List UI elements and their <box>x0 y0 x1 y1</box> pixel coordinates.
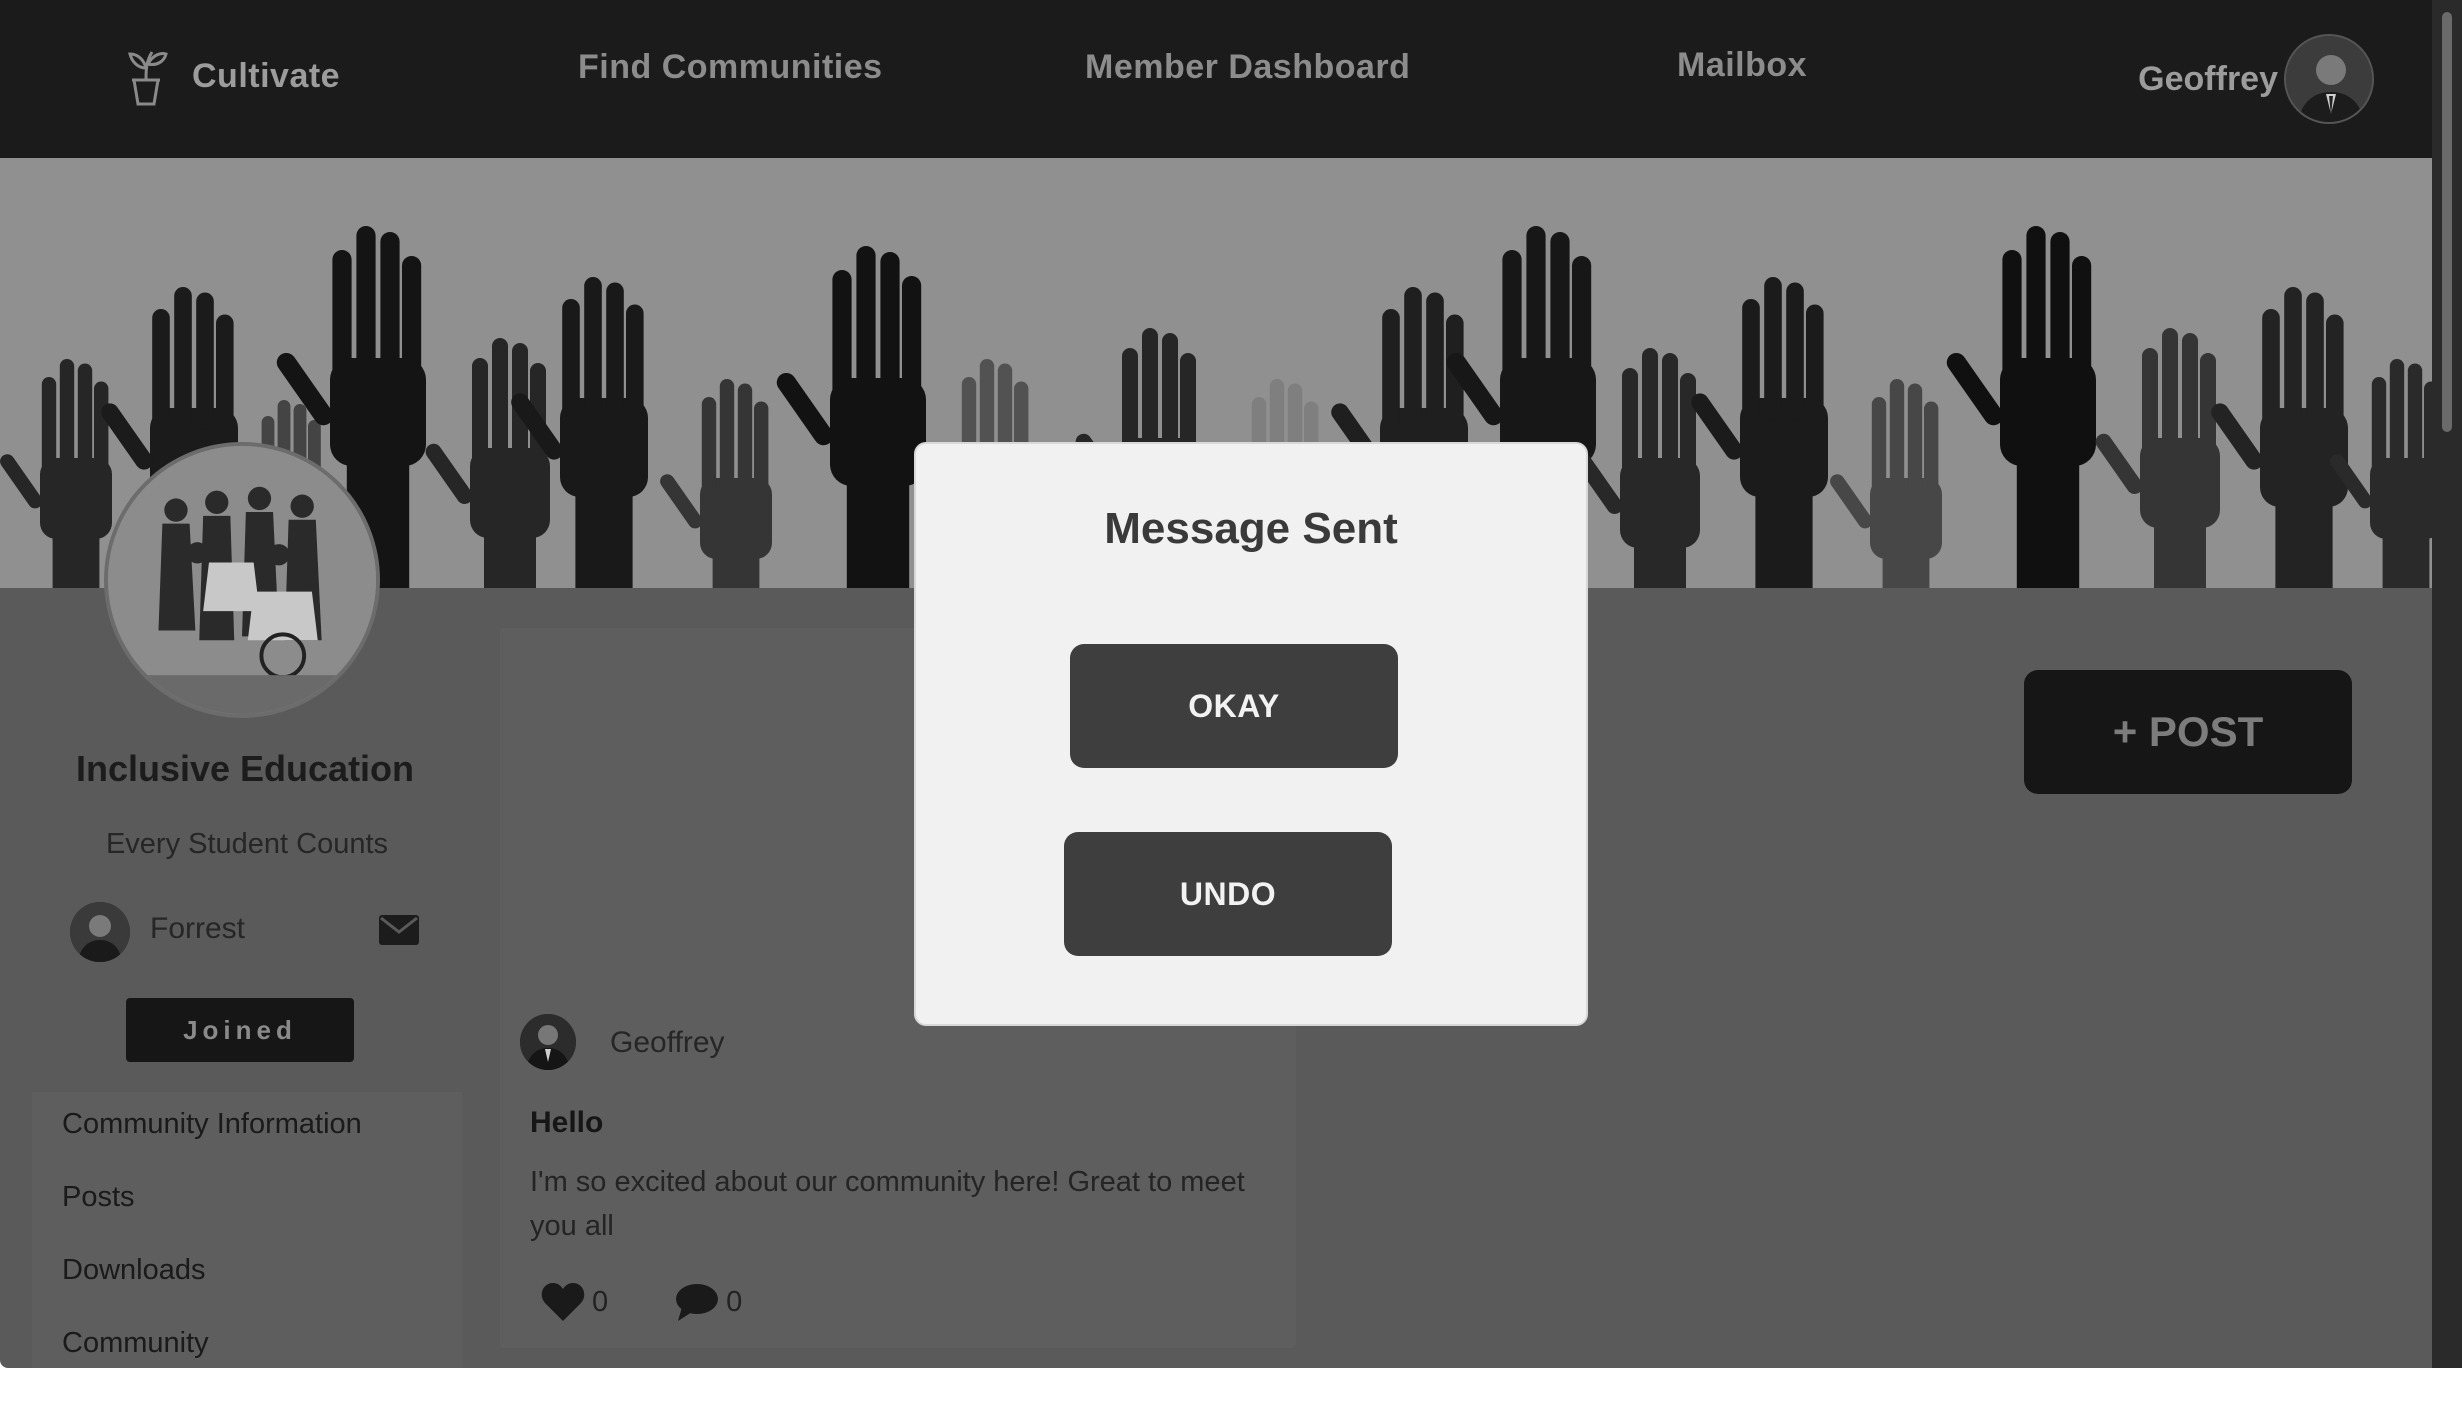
joined-button[interactable]: Joined <box>126 998 354 1062</box>
owner-avatar <box>70 902 130 962</box>
community-name: Inclusive Education <box>75 748 415 789</box>
brand[interactable]: Cultivate <box>122 44 340 108</box>
menu-downloads[interactable]: Downloads <box>62 1254 205 1287</box>
like-count: 0 <box>592 1285 609 1318</box>
new-post-button[interactable]: + POST <box>2024 670 2352 794</box>
post-author-name: Geoffrey <box>610 1026 725 1059</box>
community-side-menu: Community Information Posts Downloads Co… <box>32 1092 462 1368</box>
message-sent-dialog: Message Sent OKAY UNDO <box>914 442 1588 1026</box>
user-avatar <box>2284 34 2374 124</box>
post-title: Hello <box>530 1106 604 1139</box>
user-name: Geoffrey <box>2138 59 2278 98</box>
top-navbar: Cultivate Find Communities Member Dashbo… <box>0 0 2432 158</box>
community-tagline: Every Student Counts <box>105 828 389 860</box>
menu-posts[interactable]: Posts <box>62 1181 135 1214</box>
app-window: Cultivate Find Communities Member Dashbo… <box>0 0 2432 1368</box>
okay-button[interactable]: OKAY <box>1070 644 1398 768</box>
community-owner: Forrest <box>70 900 420 962</box>
comment-count: 0 <box>726 1285 743 1318</box>
comment-button[interactable]: 0 <box>674 1281 742 1323</box>
nav-member-dashboard[interactable]: Member Dashboard <box>1085 48 1410 87</box>
dialog-title: Message Sent <box>1104 504 1398 553</box>
nav-find-communities[interactable]: Find Communities <box>578 48 883 87</box>
speech-bubble-icon <box>676 1284 719 1321</box>
user-menu[interactable]: Geoffrey <box>2138 34 2374 124</box>
menu-community-information[interactable]: Community Information <box>62 1108 362 1141</box>
plant-pot-icon <box>128 51 168 106</box>
menu-community[interactable]: Community <box>62 1327 209 1360</box>
post-author-avatar <box>520 1014 576 1070</box>
page-scrollbar[interactable] <box>2432 0 2462 1368</box>
scrollbar-thumb[interactable] <box>2442 12 2452 432</box>
nav-mailbox[interactable]: Mailbox <box>1677 46 1807 85</box>
community-avatar <box>104 442 380 718</box>
like-button[interactable]: 0 <box>540 1281 608 1323</box>
heart-icon <box>541 1283 585 1321</box>
brand-label: Cultivate <box>192 56 341 95</box>
owner-name: Forrest <box>150 912 246 945</box>
post-actions: 0 0 <box>540 1278 808 1326</box>
post-body: I'm so excited about our community here!… <box>530 1166 1245 1242</box>
undo-button[interactable]: UNDO <box>1064 832 1392 956</box>
envelope-icon[interactable] <box>378 914 420 946</box>
